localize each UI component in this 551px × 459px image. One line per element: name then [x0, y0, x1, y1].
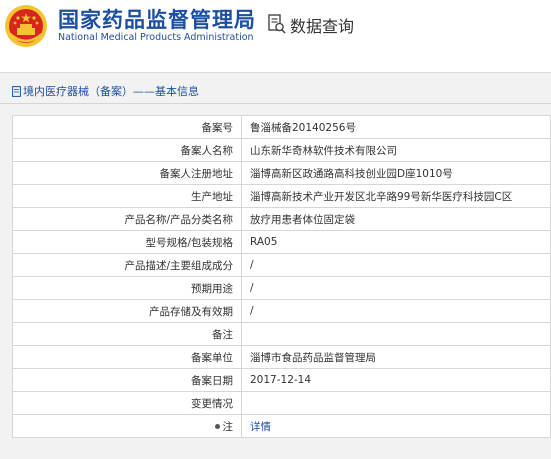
section-divider [0, 103, 551, 104]
table-row: 备注 [12, 322, 551, 346]
row-label: 备案日期 [12, 368, 242, 392]
row-label: 变更情况 [12, 391, 242, 415]
row-value: / [241, 299, 551, 323]
note-label: 注 [214, 419, 234, 434]
row-value: 山东新华奇林软件技术有限公司 [241, 138, 551, 162]
table-row: 预期用途 / [12, 276, 551, 300]
search-document-icon [268, 14, 286, 34]
note-value-cell: 详情 [241, 414, 551, 438]
row-label: 备注 [12, 322, 242, 346]
document-icon [12, 85, 21, 97]
row-label: 产品描述/主要组成成分 [12, 253, 242, 277]
table-row: 备案人名称 山东新华奇林软件技术有限公司 [12, 138, 551, 162]
row-value [241, 391, 551, 415]
row-value: 2017-12-14 [241, 368, 551, 392]
table-row: 型号规格/包装规格 RA05 [12, 230, 551, 254]
brand-name-en: National Medical Products Administration [58, 32, 254, 43]
row-label: 产品名称/产品分类名称 [12, 207, 242, 231]
row-value: 放疗用患者体位固定袋 [241, 207, 551, 231]
row-value: 鲁淄械备20140256号 [241, 115, 551, 139]
details-link[interactable]: 详情 [250, 421, 271, 433]
table-row: 产品名称/产品分类名称 放疗用患者体位固定袋 [12, 207, 551, 231]
table-row: 变更情况 [12, 391, 551, 415]
table-row: 备案单位 淄博市食品药品监督管理局 [12, 345, 551, 369]
row-label: 备案人名称 [12, 138, 242, 162]
site-header: 国家药品监督管理局 National Medical Products Admi… [0, 0, 551, 62]
table-row: 备案人注册地址 淄博高新区政通路高科技创业园D座1010号 [12, 161, 551, 185]
table-row: 备案日期 2017-12-14 [12, 368, 551, 392]
row-label: 备案人注册地址 [12, 161, 242, 185]
note-label-cell: 注 [12, 414, 242, 438]
row-value: 淄博高新区政通路高科技创业园D座1010号 [241, 161, 551, 185]
section-title: 境内医疗器械（备案）——基本信息 [12, 83, 199, 99]
note-label-text: 注 [222, 420, 234, 433]
row-label: 预期用途 [12, 276, 242, 300]
row-value: RA05 [241, 230, 551, 254]
section-title-text: 境内医疗器械（备案）——基本信息 [23, 85, 199, 98]
data-query-title: 数据查询 [290, 17, 355, 36]
row-value [241, 322, 551, 346]
row-label: 产品存储及有效期 [12, 299, 242, 323]
table-row: 产品描述/主要组成成分 / [12, 253, 551, 277]
table-row: 备案号 鲁淄械备20140256号 [12, 115, 551, 139]
bullet-icon [214, 423, 220, 429]
row-label: 备案号 [12, 115, 242, 139]
row-value: 淄博高新技术产业开发区北辛路99号新华医疗科技园C区 [241, 184, 551, 208]
brand-name-cn: 国家药品监督管理局 [58, 8, 256, 32]
row-value: / [241, 253, 551, 277]
row-label: 型号规格/包装规格 [12, 230, 242, 254]
row-label: 备案单位 [12, 345, 242, 369]
national-emblem-icon [5, 5, 47, 47]
row-label: 生产地址 [12, 184, 242, 208]
table-row: 产品存储及有效期 / [12, 299, 551, 323]
row-value: / [241, 276, 551, 300]
table-row: 生产地址 淄博高新技术产业开发区北辛路99号新华医疗科技园C区 [12, 184, 551, 208]
table-row-note: 注 详情 [12, 414, 551, 438]
detail-table: 备案号 鲁淄械备20140256号 备案人名称 山东新华奇林软件技术有限公司 备… [12, 115, 551, 438]
row-value: 淄博市食品药品监督管理局 [241, 345, 551, 369]
